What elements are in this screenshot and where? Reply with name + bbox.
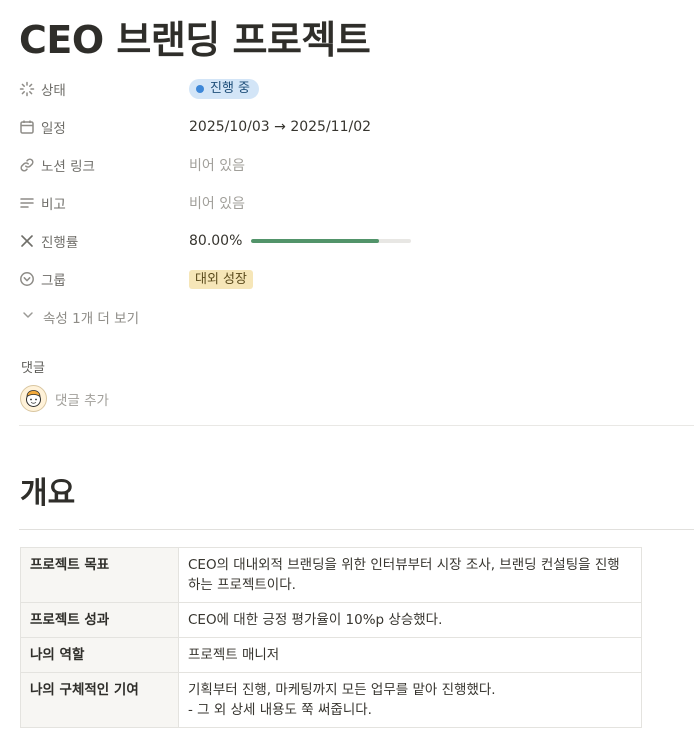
show-more-properties-label: 속성 1개 더 보기 (43, 311, 139, 327)
property-status-key[interactable]: 상태 (19, 79, 189, 99)
property-schedule[interactable]: 일정 2025/10/03 → 2025/11/02 (19, 108, 679, 146)
table-row: 프로젝트 목표 CEO의 대내외적 브랜딩을 위한 인터뷰부터 시장 조사, 브… (20, 547, 642, 603)
table-header-cell[interactable]: 나의 역할 (20, 637, 179, 673)
group-tag[interactable]: 대외 성장 (189, 269, 253, 289)
table-cell[interactable]: CEO의 대내외적 브랜딩을 위한 인터뷰부터 시장 조사, 브랜딩 컨설팅을 … (178, 547, 642, 603)
comments-heading: 댓글 (21, 361, 45, 376)
user-avatar-icon (20, 385, 47, 412)
property-status-label: 상태 (41, 83, 66, 99)
property-group[interactable]: 그룹 대외 성장 (19, 260, 679, 298)
table-row: 나의 역할 프로젝트 매니저 (20, 637, 642, 673)
property-remarks[interactable]: 비고 비어 있음 (19, 184, 679, 222)
table-cell[interactable]: 기획부터 진행, 마케팅까지 모든 업무를 맡아 진행했다. - 그 외 상세 … (178, 672, 642, 728)
progress-bar (251, 239, 412, 243)
property-status-value[interactable]: 진행 중 (189, 79, 260, 99)
text-lines-icon (19, 195, 35, 211)
show-more-properties[interactable]: 속성 1개 더 보기 (19, 298, 679, 336)
select-arrow-icon (19, 271, 35, 287)
property-notion-link[interactable]: 노션 링크 비어 있음 (19, 146, 679, 184)
table-row: 프로젝트 성과 CEO에 대한 긍정 평가율이 10%p 상승했다. (20, 602, 642, 638)
property-notion-link-key[interactable]: 노션 링크 (19, 155, 189, 175)
comments-divider (19, 425, 694, 426)
property-progress[interactable]: 진행률 80.00% (19, 222, 679, 260)
property-group-key[interactable]: 그룹 (19, 269, 189, 289)
property-notion-link-label: 노션 링크 (41, 159, 95, 175)
property-remarks-key[interactable]: 비고 (19, 193, 189, 213)
property-schedule-label: 일정 (41, 121, 66, 137)
overview-heading-divider (19, 529, 694, 530)
property-schedule-value[interactable]: 2025/10/03 → 2025/11/02 (189, 119, 371, 135)
property-group-label: 그룹 (41, 273, 66, 289)
property-schedule-key[interactable]: 일정 (19, 117, 189, 137)
table-header-cell[interactable]: 프로젝트 목표 (20, 547, 179, 603)
chevron-down-icon (21, 308, 35, 326)
table-header-cell[interactable]: 프로젝트 성과 (20, 602, 179, 638)
properties-panel: 상태 진행 중 일정 2025/10/03 → 2025/11/02 노션 링크… (19, 70, 679, 336)
property-progress-label: 진행률 (41, 235, 79, 251)
property-status[interactable]: 상태 진행 중 (19, 70, 679, 108)
table-cell[interactable]: CEO에 대한 긍정 평가율이 10%p 상승했다. (178, 602, 642, 638)
property-progress-value[interactable]: 80.00% (189, 233, 412, 249)
table-header-cell[interactable]: 나의 구체적인 기여 (20, 672, 179, 728)
progress-bar-fill (251, 239, 380, 243)
calendar-icon (19, 119, 35, 135)
add-comment-row[interactable]: 댓글 추가 (20, 385, 109, 412)
overview-table: 프로젝트 목표 CEO의 대내외적 브랜딩을 위한 인터뷰부터 시장 조사, 브… (20, 547, 642, 728)
progress-percent: 80.00% (189, 233, 243, 249)
notion-page: CEO 브랜딩 프로젝트 상태 진행 중 일정 2025/10/03 → 202… (0, 0, 694, 753)
formula-x-icon (19, 233, 35, 249)
status-loader-icon (19, 81, 35, 97)
link-icon (19, 157, 35, 173)
property-remarks-value[interactable]: 비어 있음 (189, 193, 245, 213)
overview-heading[interactable]: 개요 (20, 472, 75, 516)
status-dot-icon (196, 85, 204, 93)
page-title[interactable]: CEO 브랜딩 프로젝트 (19, 14, 371, 66)
status-badge[interactable]: 진행 중 (189, 79, 260, 99)
property-remarks-label: 비고 (41, 197, 66, 213)
status-badge-text: 진행 중 (210, 81, 251, 96)
property-notion-link-value[interactable]: 비어 있음 (189, 155, 245, 175)
table-row: 나의 구체적인 기여 기획부터 진행, 마케팅까지 모든 업무를 맡아 진행했다… (20, 672, 642, 728)
property-progress-key[interactable]: 진행률 (19, 231, 189, 251)
table-cell[interactable]: 프로젝트 매니저 (178, 637, 642, 673)
show-more-properties-button[interactable]: 속성 1개 더 보기 (19, 307, 139, 327)
add-comment-input[interactable]: 댓글 추가 (55, 389, 109, 409)
property-group-value[interactable]: 대외 성장 (189, 269, 253, 289)
